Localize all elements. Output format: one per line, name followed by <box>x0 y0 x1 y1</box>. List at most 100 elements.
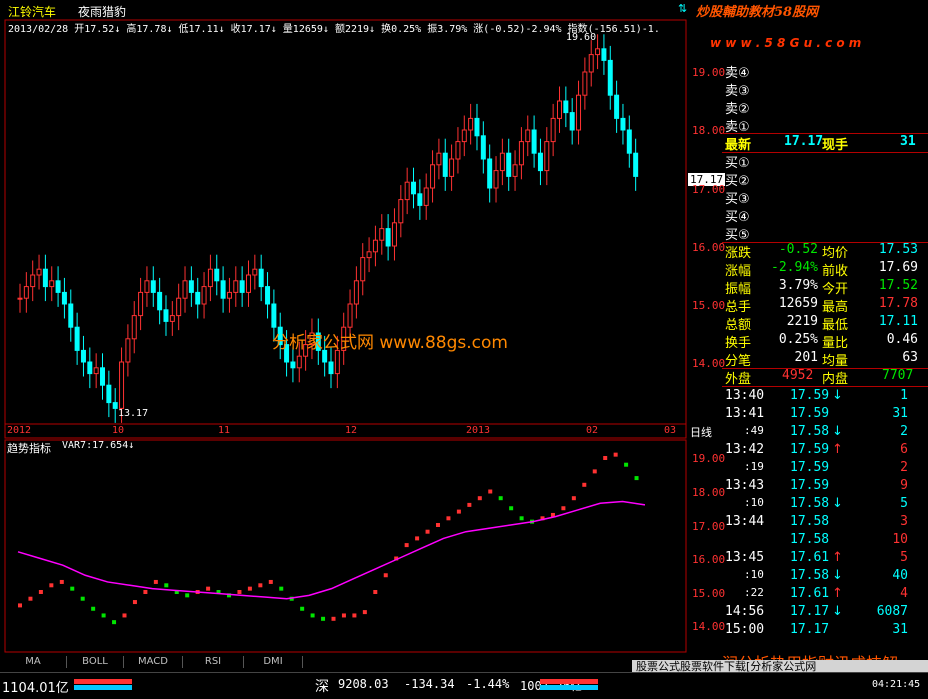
candle-body <box>17 297 23 300</box>
tick-arrow: ↓ <box>832 568 843 583</box>
candle-body <box>334 349 340 375</box>
candle-body <box>474 117 480 137</box>
stock-name[interactable]: 江铃汽车 <box>8 3 56 20</box>
candle-body <box>550 117 556 143</box>
latest-row[interactable]: 最新 17.17 现手 31 <box>722 134 922 153</box>
buy-1-row[interactable]: 买① <box>722 152 922 171</box>
tab-ma[interactable]: MA <box>0 656 67 668</box>
tick-arrow: ↑ <box>832 550 843 565</box>
candle-body <box>385 228 391 247</box>
candle-body <box>252 268 258 276</box>
trend-mark <box>80 596 85 601</box>
tab-dmi[interactable]: DMI <box>244 656 303 668</box>
stat-row: 分笔 201 均量 63 <box>722 350 922 369</box>
tick-volume: 5 <box>900 496 908 511</box>
tick-arrow: ↓ <box>832 424 843 439</box>
tick-time: :49 <box>744 424 764 437</box>
candle-body <box>576 94 582 131</box>
candle-body <box>55 280 61 293</box>
candle-body <box>360 257 366 282</box>
trend-mark <box>59 579 64 584</box>
trend-mark <box>613 452 618 457</box>
x-label-03: 03 <box>664 425 677 436</box>
trend-mark <box>258 583 263 588</box>
candle-body <box>544 141 550 172</box>
candle-body <box>87 361 93 375</box>
stat-label: 前收 <box>822 264 849 279</box>
clock: 04:21:45 <box>872 679 921 690</box>
tick-list[interactable]: 13:40 17.59 ↓ 1 13:41 17.59 31:49 17.58 ↓ 2 13:42 1… <box>722 388 928 640</box>
trend-mark <box>164 583 169 588</box>
candle-body <box>220 280 226 299</box>
candle-body <box>531 129 537 154</box>
index-change: -134.34 <box>404 677 455 691</box>
var-label: VAR7:17.654↓ <box>62 440 135 451</box>
tick-row: 13:43 17.59 9 <box>722 478 922 496</box>
buy-5-row[interactable]: 买⑤ <box>722 224 922 243</box>
buy-3-row[interactable]: 买③ <box>722 188 922 207</box>
candle-body <box>150 280 156 293</box>
trend-mark <box>603 456 608 460</box>
candle-body <box>353 280 359 305</box>
quote-line: 2013/02/28 开17.52↓ 高17.78↓ 低17.11↓ 收17.1… <box>8 24 660 35</box>
index-pct: -1.44% <box>466 677 510 691</box>
tick-volume: 2 <box>900 424 908 439</box>
candle-body <box>138 291 144 317</box>
chart-area[interactable]: 江铃汽车 夜雨猎豹 ⇅ 炒股輔助教材58股网 2013/02/28 开17.52… <box>0 0 861 655</box>
x-label-11: 11 <box>218 425 231 436</box>
stat-label: 量比 <box>822 336 849 351</box>
candle-body <box>620 117 626 131</box>
sell-3-row[interactable]: 卖③ <box>722 80 922 99</box>
ad-bar-down <box>74 685 132 690</box>
low-marker: 13.17 <box>118 408 149 419</box>
stat-value: 17.78 <box>878 296 918 311</box>
candle-body <box>131 315 137 340</box>
candle-body <box>391 222 397 247</box>
sell-1-row[interactable]: 卖① <box>722 116 922 135</box>
trend-mark <box>477 496 482 501</box>
tab-rsi[interactable]: RSI <box>183 656 244 668</box>
candle-body <box>633 152 639 177</box>
stat-value: 0.46 <box>886 332 918 347</box>
tick-time: 13:42 <box>725 442 765 457</box>
tick-arrow: ↓ <box>832 496 843 511</box>
tick-price: 17.61 <box>790 586 830 601</box>
candle-body <box>80 349 86 363</box>
candle-body <box>201 286 207 305</box>
stat-row: 振幅 3.79% 今开 17.52 <box>722 278 922 297</box>
buy-4-row[interactable]: 买④ <box>722 206 922 225</box>
tick-row: 13:40 17.59 ↓ 1 <box>722 388 922 406</box>
candle-body <box>455 141 461 160</box>
tab-macd[interactable]: MACD <box>124 656 183 668</box>
candle-body <box>556 100 562 119</box>
tick-price: 17.17 <box>790 622 830 637</box>
trend-mark <box>624 462 629 467</box>
period-label[interactable]: 日线 <box>690 424 712 440</box>
candle-body <box>163 309 169 322</box>
candle-body <box>214 268 220 282</box>
index-name[interactable]: 深 <box>315 676 329 696</box>
buy-2-row[interactable]: 买② <box>722 170 922 189</box>
indicator-name[interactable]: 夜雨猎豹 <box>78 3 126 20</box>
tick-volume: 10 <box>892 532 908 547</box>
tick-arrow: ↓ <box>832 388 843 403</box>
trend-mark <box>206 586 211 591</box>
settings-icon[interactable]: ⇅ <box>678 2 687 15</box>
tick-row: :49 17.58 ↓ 2 <box>722 424 922 442</box>
sub-indicator-title[interactable]: 趋势指标 <box>7 440 51 456</box>
candle-body <box>518 141 524 166</box>
stat-value: 2219 <box>786 314 818 329</box>
tab-boll[interactable]: BOLL <box>67 656 124 668</box>
stat-label: 总额 <box>725 318 752 333</box>
price-label-14: 14.00 <box>692 357 726 370</box>
candle-body <box>157 291 163 311</box>
candle-body <box>372 239 378 253</box>
sell-2-row[interactable]: 卖② <box>722 98 922 117</box>
tick-price: 17.59 <box>790 388 830 403</box>
candle-body <box>36 268 42 276</box>
tick-price: 17.17 <box>790 604 830 619</box>
x-label-10: 10 <box>112 425 125 436</box>
candle-body <box>430 164 436 189</box>
sell-4-row[interactable]: 卖④ <box>722 62 922 81</box>
outer-inner-row: 外盘 4952 内盘 7707 <box>725 368 914 387</box>
